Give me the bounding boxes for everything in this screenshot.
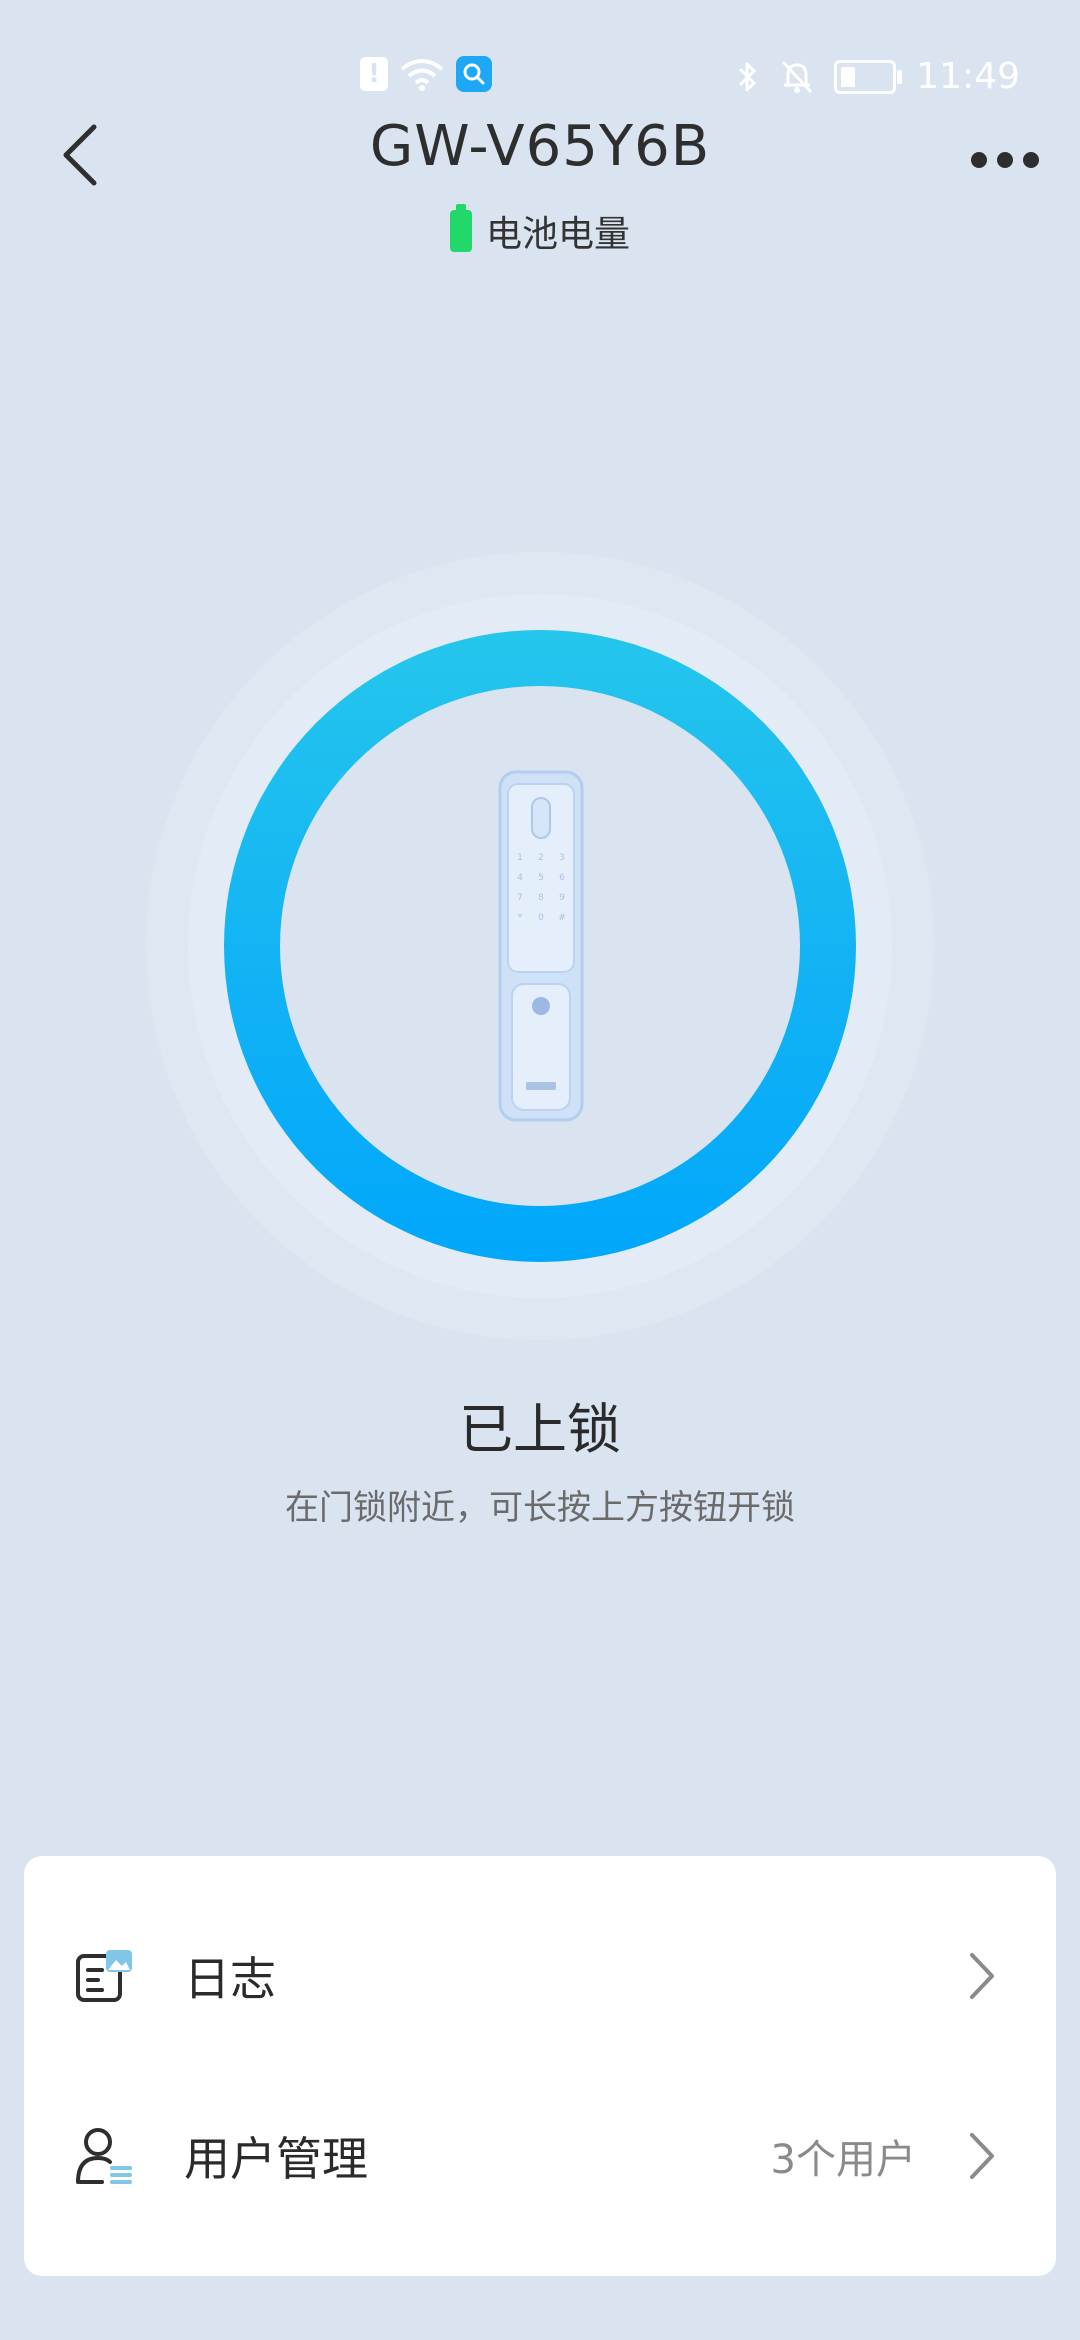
chevron-right-icon xyxy=(970,2133,994,2179)
svg-text:8: 8 xyxy=(538,893,544,903)
battery-label: 电池电量 xyxy=(485,214,630,255)
lock-status: 已上锁 xyxy=(459,1398,621,1461)
mute-bell-icon xyxy=(782,60,813,93)
svg-text:2: 2 xyxy=(538,853,544,863)
battery-level-icon xyxy=(449,204,472,252)
page-title: GW-V65Y6B xyxy=(369,114,711,179)
menu-item-value: 3个用户 xyxy=(770,2137,916,2183)
more-dot xyxy=(997,152,1013,168)
svg-text:1: 1 xyxy=(517,853,523,863)
menu-item-user-manage[interactable]: 用户管理 3个用户 xyxy=(24,2066,1056,2246)
door-lock-icon: 1 2 3 4 5 6 7 8 9 * 0 # xyxy=(498,770,584,1122)
battery-status: 电池电量 xyxy=(0,204,1080,257)
svg-text:7: 7 xyxy=(517,893,523,903)
status-left-icons: ! xyxy=(360,56,492,92)
menu-item-label: 用户管理 xyxy=(184,2132,368,2186)
header: GW-V65Y6B xyxy=(0,110,1080,220)
more-dots-icon xyxy=(971,152,987,168)
svg-text:6: 6 xyxy=(559,873,565,883)
menu-card: 日志 用户管理 3个用户 xyxy=(24,1856,1056,2276)
svg-text:*: * xyxy=(518,913,523,923)
more-button[interactable] xyxy=(960,130,1050,190)
svg-text:0: 0 xyxy=(538,913,544,923)
log-icon xyxy=(76,1950,132,2002)
search-app-icon xyxy=(456,56,492,92)
bluetooth-icon xyxy=(739,62,756,91)
alert-icon: ! xyxy=(360,57,388,91)
svg-text:5: 5 xyxy=(538,873,544,883)
svg-text:4: 4 xyxy=(517,873,523,883)
svg-text:3: 3 xyxy=(559,853,565,863)
status-right-icons: 11:49 xyxy=(736,56,1020,97)
svg-text:#: # xyxy=(558,913,566,923)
menu-item-log[interactable]: 日志 xyxy=(24,1886,1056,2066)
status-time: 11:49 xyxy=(916,56,1020,97)
menu-item-label: 日志 xyxy=(184,1952,276,2006)
more-dot xyxy=(1023,152,1039,168)
wifi-icon xyxy=(400,59,444,91)
chevron-right-icon xyxy=(970,1953,994,1999)
svg-text:9: 9 xyxy=(559,893,565,903)
user-manage-icon xyxy=(76,2128,132,2184)
lock-hint: 在门锁附近，可长按上方按钮开锁 xyxy=(285,1488,795,1528)
battery-icon xyxy=(834,59,903,94)
